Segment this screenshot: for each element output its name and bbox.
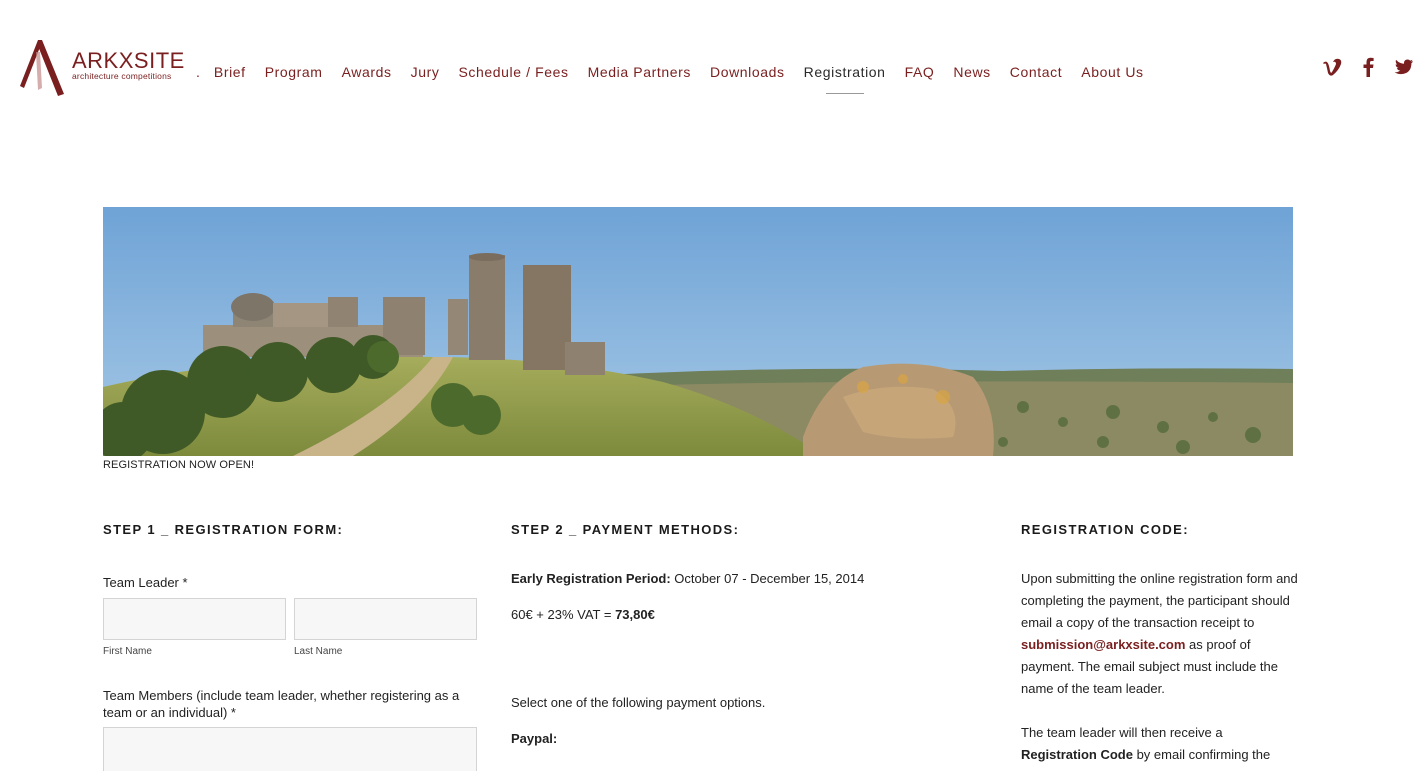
regcode-p1-before: Upon submitting the online registration …: [1021, 571, 1298, 630]
banner-caption: REGISTRATION NOW OPEN!: [103, 459, 255, 471]
required-mark: *: [230, 705, 236, 720]
regcode-paragraph-1: Upon submitting the online registration …: [1021, 568, 1301, 700]
social-links: [1322, 56, 1414, 78]
first-name-input[interactable]: [103, 598, 286, 640]
price-text: 60€ + 23% VAT = 73,80€: [511, 604, 911, 626]
logo-tagline: architecture competitions: [72, 71, 172, 81]
submission-email-link[interactable]: submission@arkxsite.com: [1021, 637, 1185, 652]
team-leader-label: Team Leader *: [103, 575, 479, 590]
registration-form-section: STEP 1 _ REGISTRATION FORM: Team Leader …: [103, 522, 479, 771]
nav-item-program[interactable]: Program: [265, 64, 323, 80]
hero-banner-image: [103, 207, 1293, 456]
nav-item-contact[interactable]: Contact: [1010, 64, 1062, 80]
team-members-label-text: Team Members (include team leader, wheth…: [103, 688, 460, 720]
regcode-paragraph-2: The team leader will then receive a Regi…: [1021, 722, 1301, 766]
team-members-label: Team Members (include team leader, wheth…: [103, 687, 479, 721]
team-members-input[interactable]: [103, 727, 477, 771]
last-name-input[interactable]: [294, 598, 477, 640]
nav-item-media-partners[interactable]: Media Partners: [588, 64, 691, 80]
regcode-p2-before: The team leader will then receive a: [1021, 725, 1223, 740]
nav-item-brief[interactable]: Brief: [214, 64, 246, 80]
team-leader-field: Team Leader * First Name Last Name: [103, 575, 479, 657]
step2-title: STEP 2 _ PAYMENT METHODS:: [511, 522, 740, 537]
facebook-icon[interactable]: [1358, 56, 1378, 78]
nav-item-awards[interactable]: Awards: [342, 64, 392, 80]
early-registration-dates: October 07 - December 15, 2014: [670, 571, 865, 586]
last-name-label: Last Name: [294, 646, 343, 657]
registration-code-term: Registration Code: [1021, 747, 1133, 762]
price-total: 73,80€: [615, 607, 655, 622]
required-mark: *: [182, 575, 188, 590]
vimeo-icon[interactable]: [1322, 56, 1342, 78]
team-members-field: Team Members (include team leader, wheth…: [103, 687, 479, 771]
logo-mark-icon: [20, 40, 64, 96]
regcode-p2-after: by email confirming the: [1132, 747, 1271, 762]
regcode-title: REGISTRATION CODE:: [1021, 522, 1189, 537]
registration-code-section: REGISTRATION CODE: Upon submitting the o…: [1021, 522, 1301, 766]
team-leader-label-text: Team Leader: [103, 575, 179, 590]
nav-separator: .: [196, 64, 200, 80]
paypal-label: Paypal:: [511, 731, 558, 746]
main-nav: . Brief Program Awards Jury Schedule / F…: [196, 64, 1163, 94]
nav-item-downloads[interactable]: Downloads: [710, 64, 785, 80]
nav-item-news[interactable]: News: [953, 64, 990, 80]
nav-item-jury[interactable]: Jury: [411, 64, 440, 80]
nav-item-about-us[interactable]: About Us: [1081, 64, 1143, 80]
nav-item-registration[interactable]: Registration: [804, 64, 886, 94]
early-registration-text: Early Registration Period: October 07 - …: [511, 568, 911, 590]
early-registration-label: Early Registration Period:: [511, 571, 671, 586]
twitter-icon[interactable]: [1394, 56, 1414, 78]
step1-title: STEP 1 _ REGISTRATION FORM:: [103, 522, 344, 537]
payment-methods-section: STEP 2 _ PAYMENT METHODS: Early Registra…: [511, 522, 911, 750]
site-logo[interactable]: ARKXSITE architecture competitions: [18, 38, 184, 96]
payment-options-text: Select one of the following payment opti…: [511, 695, 766, 710]
nav-item-schedule-fees[interactable]: Schedule / Fees: [458, 64, 568, 80]
nav-item-faq[interactable]: FAQ: [905, 64, 935, 80]
price-breakdown: 60€ + 23% VAT =: [511, 607, 616, 622]
first-name-label: First Name: [103, 646, 152, 657]
